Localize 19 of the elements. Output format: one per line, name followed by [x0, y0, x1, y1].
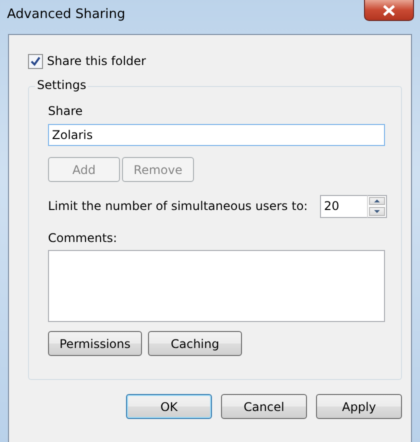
caching-button[interactable]: Caching [148, 331, 242, 356]
close-button[interactable] [364, 0, 414, 21]
spin-up-icon[interactable] [369, 196, 385, 205]
field-label: Share [48, 104, 84, 120]
checkbox-label: Share this folder [47, 54, 146, 68]
group-legend: Settings [35, 78, 88, 92]
close-icon [383, 4, 395, 16]
field-label: Comments: [48, 231, 118, 247]
apply-button[interactable]: Apply [316, 394, 402, 419]
spin-down-icon[interactable] [369, 207, 385, 216]
ok-button[interactable]: OK [126, 394, 212, 419]
permissions-button[interactable]: Permissions [48, 331, 142, 356]
user-limit-field[interactable]: 20 [320, 194, 367, 218]
share-name-field[interactable]: Zolaris [48, 124, 385, 146]
comments-field[interactable] [48, 250, 385, 322]
window-title: Advanced Sharing [7, 7, 126, 22]
cancel-button[interactable]: Cancel [221, 394, 307, 419]
checkbox[interactable] [28, 54, 43, 68]
field-label: Limit the number of simultaneous users to: [48, 199, 308, 213]
